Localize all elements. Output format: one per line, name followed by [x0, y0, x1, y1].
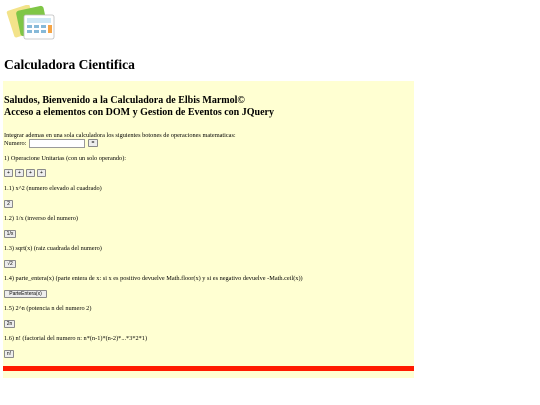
- plus-button-2[interactable]: +: [15, 169, 24, 177]
- numero-input[interactable]: [29, 139, 85, 148]
- welcome-heading: Saludos, Bienvenido a la Calculadora de …: [4, 95, 274, 118]
- op-1-1-label: 1.1) x^2 (numero elevado al cuadrado): [4, 185, 102, 192]
- welcome-line-2: Acceso a elementos con DOM y Gestion de …: [4, 106, 274, 118]
- calculator-panel: Saludos, Bienvenido a la Calculadora de …: [3, 81, 414, 378]
- plus-button-3[interactable]: +: [26, 169, 35, 177]
- section-1-label: 1) Operacione Unitarias (con un solo ope…: [4, 155, 127, 162]
- sqrt-button[interactable]: √2: [4, 260, 16, 268]
- square-button[interactable]: 2: [4, 200, 13, 208]
- op-1-2-label: 1.2) 1/x (inverso del numero): [4, 215, 78, 222]
- welcome-line-1: Saludos, Bienvenido a la Calculadora de …: [4, 95, 245, 106]
- op-1-3-label: 1.3) sqrt(x) (raiz cuadrada del numero): [4, 245, 102, 252]
- op-1-6-label: 1.6) n! (factorial del numero n: n*(n-1)…: [4, 335, 148, 342]
- numero-label: Numero:: [4, 140, 27, 147]
- page-title: Calculadora Cientifica: [4, 57, 135, 72]
- power-of-two-button[interactable]: 2n: [4, 320, 15, 328]
- op-1-4-label: 1.4) parte_entera(x) (parte entera de x:…: [4, 275, 303, 282]
- divider-bar: [3, 366, 414, 371]
- plus-button-4[interactable]: +: [37, 169, 46, 177]
- intro-text: Integrar ademas en una sola calculadora …: [4, 132, 236, 139]
- calculator-folder-icon: [6, 5, 55, 40]
- factorial-button[interactable]: n!: [4, 350, 14, 358]
- inverse-button[interactable]: 1/x: [4, 230, 16, 238]
- equals-button[interactable]: =: [88, 139, 98, 147]
- plus-button-1[interactable]: +: [4, 169, 13, 177]
- op-1-5-label: 1.5) 2^n (potencia n del numero 2): [4, 305, 92, 312]
- parte-entera-button[interactable]: ParteEntera(x): [4, 290, 47, 298]
